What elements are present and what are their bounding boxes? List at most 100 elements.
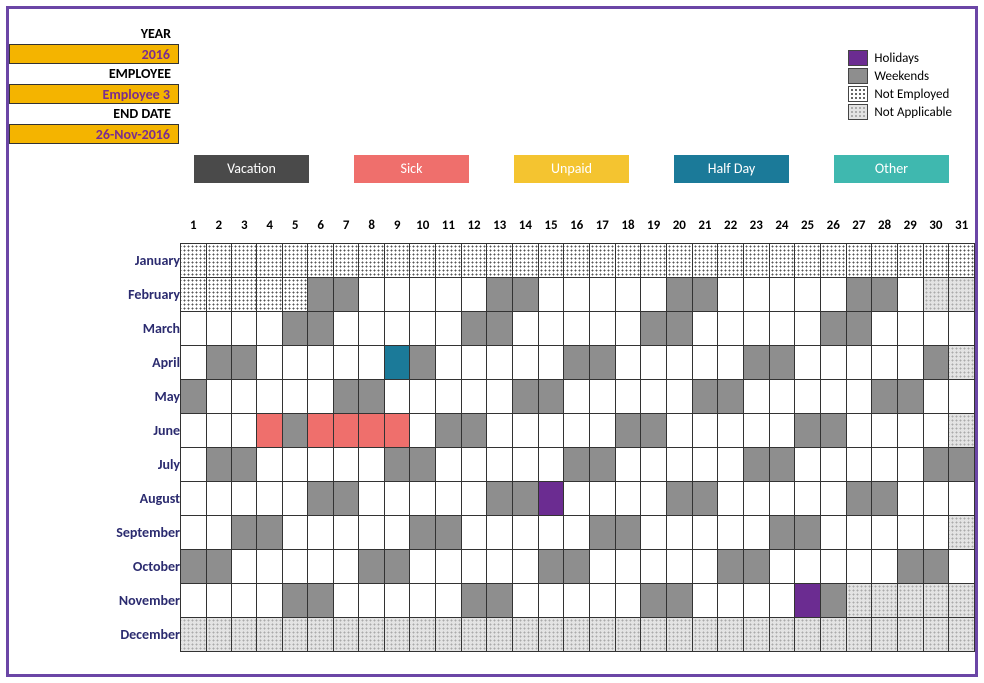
month-label: April: [99, 345, 181, 379]
day-cell: [181, 549, 206, 583]
day-cell: [384, 447, 409, 481]
day-cell: [949, 311, 975, 345]
day-cell: [359, 243, 384, 277]
day-header: 19: [641, 209, 667, 243]
day-cell: [564, 413, 590, 447]
day-cell: [666, 311, 692, 345]
day-cell: [461, 515, 487, 549]
day-cell: [769, 277, 795, 311]
day-cell: [589, 617, 615, 651]
day-cell: [743, 447, 769, 481]
day-header: 6: [308, 209, 333, 243]
day-cell: [641, 583, 667, 617]
day-cell: [257, 617, 282, 651]
day-cell: [872, 379, 898, 413]
month-label: July: [99, 447, 181, 481]
day-header: 25: [795, 209, 821, 243]
day-header: 31: [949, 209, 975, 243]
day-cell: [846, 583, 872, 617]
legend-not-applicable: Not Applicable: [874, 105, 952, 120]
day-cell: [384, 413, 409, 447]
day-cell: [308, 481, 333, 515]
day-cell: [692, 481, 718, 515]
day-header: 16: [564, 209, 590, 243]
day-cell: [513, 583, 539, 617]
day-cell: [820, 345, 846, 379]
day-cell: [282, 447, 307, 481]
day-cell: [206, 277, 231, 311]
day-cell: [410, 549, 436, 583]
year-value[interactable]: 2016: [9, 44, 179, 64]
day-cell: [461, 617, 487, 651]
day-cell: [410, 481, 436, 515]
day-cell: [232, 481, 257, 515]
day-cell: [666, 583, 692, 617]
day-cell: [564, 549, 590, 583]
day-cell: [513, 277, 539, 311]
day-cell: [897, 345, 923, 379]
day-cell: [564, 447, 590, 481]
month-label: August: [99, 481, 181, 515]
day-cell: [282, 311, 307, 345]
day-cell: [461, 549, 487, 583]
day-cell: [872, 481, 898, 515]
day-cell: [538, 277, 564, 311]
day-cell: [333, 549, 358, 583]
day-cell: [820, 243, 846, 277]
day-cell: [846, 277, 872, 311]
day-header: 27: [846, 209, 872, 243]
employee-label: EMPLOYEE: [9, 64, 179, 84]
day-cell: [949, 277, 975, 311]
day-cell: [872, 413, 898, 447]
day-cell: [308, 379, 333, 413]
day-cell: [436, 243, 462, 277]
day-cell: [257, 277, 282, 311]
day-cell: [436, 447, 462, 481]
day-cell: [384, 617, 409, 651]
day-cell: [692, 243, 718, 277]
day-cell: [538, 583, 564, 617]
day-cell: [718, 447, 744, 481]
day-cell: [257, 549, 282, 583]
day-cell: [232, 379, 257, 413]
day-cell: [436, 583, 462, 617]
day-cell: [923, 243, 949, 277]
type-sick: Sick: [354, 155, 469, 183]
day-cell: [308, 413, 333, 447]
day-cell: [615, 515, 641, 549]
day-cell: [513, 515, 539, 549]
legend-weekends: Weekends: [874, 69, 929, 84]
day-cell: [846, 481, 872, 515]
month-label: May: [99, 379, 181, 413]
day-cell: [538, 311, 564, 345]
day-cell: [410, 379, 436, 413]
day-cell: [692, 515, 718, 549]
month-label: November: [99, 583, 181, 617]
day-header: 3: [232, 209, 257, 243]
day-cell: [206, 549, 231, 583]
day-cell: [487, 549, 513, 583]
day-cell: [206, 617, 231, 651]
day-cell: [615, 311, 641, 345]
employee-value[interactable]: Employee 3: [9, 84, 179, 104]
day-cell: [743, 311, 769, 345]
day-cell: [538, 481, 564, 515]
day-cell: [769, 617, 795, 651]
day-header: 20: [666, 209, 692, 243]
day-cell: [308, 617, 333, 651]
day-cell: [589, 345, 615, 379]
day-cell: [949, 617, 975, 651]
day-cell: [589, 379, 615, 413]
day-cell: [333, 277, 358, 311]
day-cell: [897, 277, 923, 311]
day-cell: [949, 379, 975, 413]
day-cell: [181, 583, 206, 617]
enddate-value[interactable]: 26-Nov-2016: [9, 124, 179, 144]
day-cell: [181, 311, 206, 345]
day-cell: [384, 345, 409, 379]
day-cell: [461, 413, 487, 447]
day-cell: [666, 277, 692, 311]
day-cell: [666, 515, 692, 549]
day-cell: [232, 413, 257, 447]
month-label: February: [99, 277, 181, 311]
